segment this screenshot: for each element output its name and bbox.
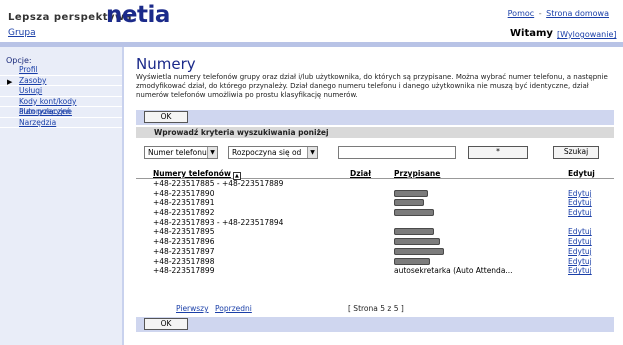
table-body: +48-223517885 - +48-223517889 +48-2235178… [136,179,614,276]
redacted-user-name [394,257,430,265]
table-row: +48-223517892 Edytuj [136,208,614,218]
chevron-down-icon: ▼ [307,147,317,158]
edit-link[interactable]: Edytuj [568,189,592,199]
ok-button-top[interactable]: OK [144,111,188,123]
bottom-ok-bar: OK [136,317,614,332]
search-field-select[interactable]: Numer telefonu ▼ [144,146,218,159]
assigned-cell [394,227,434,237]
assigned-cell: autosekretarka (Auto Attenda... [394,266,513,276]
table-row: +48-223517890 Edytuj [136,189,614,199]
table-row: +48-223517897 Edytuj [136,247,614,257]
sidebar-item-uslugi[interactable]: Usługi [0,86,122,97]
page-title: Numery [136,55,196,73]
assigned-cell [394,208,434,218]
sidebar-item-label: Narzędzia [19,117,57,127]
search-match-select[interactable]: Rozpoczyna się od ▼ [228,146,318,159]
sidebar-item-label: Plan połączeń [19,107,71,116]
edit-link[interactable]: Edytuj [568,198,592,208]
sidebar-item-label: Zasoby [19,75,47,85]
sidebar-item-kody[interactable]: Kody kont/kody autoryzacyjne [0,97,122,116]
phone-number-cell: +48-223517899 [153,266,215,276]
wildcard-button[interactable]: * [468,146,528,159]
criteria-bar: Wprowadź kryteria wyszukiwania poniżej [136,127,614,138]
sidebar-title: Opcje: [6,56,32,65]
phone-number-cell: +48-223517893 - +48-223517894 [153,217,284,227]
first-page-link[interactable]: Pierwszy [176,304,209,314]
assigned-cell [394,189,428,199]
sidebar-item-profil[interactable]: Profil [0,65,122,76]
netia-logo[interactable]: netia [106,2,170,28]
search-field-value: Numer telefonu [148,148,207,157]
top-ok-bar: OK [136,110,614,125]
phone-number-cell: +48-223517898 [153,256,215,266]
header: Lepsza perspektywa netia Pomoc - Strona … [0,0,623,47]
edit-link[interactable]: Edytuj [568,208,592,218]
col-numbers-label: Numery telefonów [153,169,231,178]
table-header: Numery telefonów ▲ Dział Przypisane Edytu… [136,168,614,180]
sidebar-item-zasoby[interactable]: ▶ Zasoby [0,75,122,86]
redacted-user-name [394,189,428,197]
sidebar-nav: Profil ▶ Zasoby Usługi Kody kont/kody aut… [0,65,122,128]
page-description: Wyświetla numery telefonów grupy oraz dz… [136,73,608,99]
col-assigned-header[interactable]: Przypisane [394,169,440,178]
redacted-user-name [394,247,444,255]
ok-button-bottom[interactable]: OK [144,318,188,330]
logout-link[interactable]: [Wylogowanie] [557,30,617,39]
redacted-user-name [394,238,440,246]
phone-number-cell: +48-223517885 - +48-223517889 [153,179,284,188]
phone-number-cell: +48-223517896 [153,237,215,247]
chevron-down-icon: ▼ [207,147,217,158]
table-row: +48-223517895 Edytuj [136,227,614,237]
edit-link[interactable]: Edytuj [568,237,592,247]
table-row: +48-223517896 Edytuj [136,237,614,247]
sidebar-item-label: Usługi [19,86,43,95]
col-dept-header[interactable]: Dział [350,169,371,178]
redacted-user-name [394,228,434,236]
welcome-text: Witamy [510,28,553,39]
sidebar-item-plan[interactable]: Plan połączeń [0,107,122,118]
phone-number-cell: +48-223517895 [153,227,215,237]
phone-number-cell: +48-223517890 [153,188,215,198]
previous-page-link[interactable]: Poprzedni [215,304,252,314]
redacted-user-name [394,199,424,207]
pagination: Pierwszy Poprzedni [ Strona 5 z 5 ] [136,304,614,314]
assigned-cell [394,247,444,257]
home-page-link[interactable]: Strona domowa [546,9,609,18]
phone-number-cell: +48-223517891 [153,198,215,208]
link-separator: - [538,9,542,18]
assigned-cell [394,257,430,267]
table-row: +48-223517893 - +48-223517894 [136,218,614,228]
criteria-title: Wprowadź kryteria wyszukiwania poniżej [154,128,329,137]
search-input[interactable] [338,146,456,159]
phone-number-cell: +48-223517892 [153,208,215,218]
table-row: +48-223517899 autosekretarka (Auto Attend… [136,266,614,276]
assigned-cell [394,198,424,208]
help-link[interactable]: Pomoc [508,9,535,18]
table-row: +48-223517898 Edytuj [136,257,614,267]
main-content: Numery Wyświetla numery telefonów grupy … [130,47,623,345]
edit-link[interactable]: Edytuj [568,257,592,267]
search-button[interactable]: Szukaj [553,146,599,159]
search-match-value: Rozpoczyna się od [232,148,302,157]
table-row: +48-223517885 - +48-223517889 [136,179,614,189]
redacted-user-name [394,209,434,217]
sidebar: Opcje: Profil ▶ Zasoby Usługi Kody kont/k… [0,47,124,345]
col-edit-header: Edytuj [568,169,595,178]
edit-link[interactable]: Edytuj [568,247,592,257]
phone-number-cell: +48-223517897 [153,246,215,256]
numbers-table: Numery telefonów ▲ Dział Przypisane Edytu… [136,168,614,276]
sidebar-item-narzedzia[interactable]: Narzędzia [0,117,122,128]
page-status: [ Strona 5 z 5 ] [348,304,404,313]
assigned-cell [394,237,440,247]
edit-link[interactable]: Edytuj [568,227,592,237]
top-links: Pomoc - Strona domowa [508,9,609,18]
sidebar-item-label: Profil [19,65,38,74]
edit-link[interactable]: Edytuj [568,266,592,276]
group-link[interactable]: Grupa [8,28,36,38]
table-row: +48-223517891 Edytuj [136,198,614,208]
